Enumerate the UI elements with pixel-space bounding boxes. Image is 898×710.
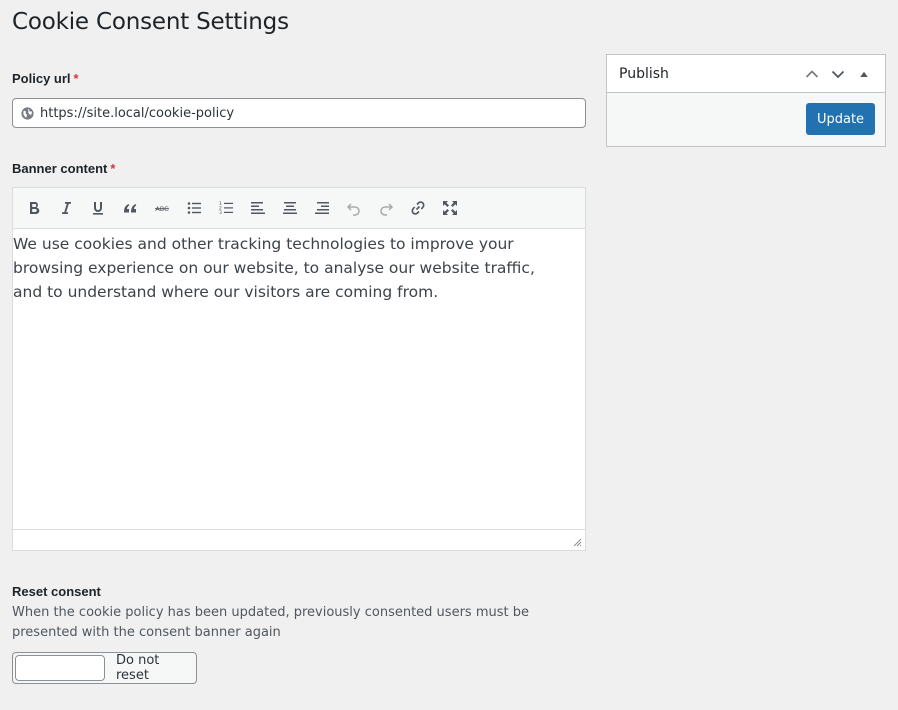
fullscreen-icon <box>443 201 457 215</box>
bold-button[interactable] <box>19 193 49 223</box>
resize-handle-icon[interactable] <box>573 538 582 547</box>
redo-button[interactable] <box>371 193 401 223</box>
italic-button[interactable] <box>51 193 81 223</box>
align-right-icon <box>315 202 329 214</box>
move-up-button[interactable] <box>799 62 825 86</box>
underline-button[interactable] <box>83 193 113 223</box>
banner-content-label-text: Banner content <box>12 161 108 176</box>
publish-box-body: Update <box>607 93 885 146</box>
svg-text:3: 3 <box>219 210 222 216</box>
move-down-button[interactable] <box>825 62 851 86</box>
banner-content-editor: ABC 123 We use cookies and other trackin… <box>12 187 586 551</box>
publish-box: Publish Update <box>606 54 886 147</box>
numbered-list-button[interactable]: 123 <box>211 193 241 223</box>
strikethrough-button[interactable]: ABC <box>147 193 177 223</box>
editor-statusbar <box>13 529 585 550</box>
underline-icon <box>93 202 103 215</box>
publish-box-controls <box>799 62 877 86</box>
quote-icon <box>124 204 137 213</box>
blockquote-button[interactable] <box>115 193 145 223</box>
bullet-list-button[interactable] <box>179 193 209 223</box>
reset-consent-description: When the cookie policy has been updated,… <box>12 605 529 640</box>
policy-url-label: Policy url * <box>12 71 79 86</box>
link-icon <box>411 201 425 215</box>
triangle-up-icon <box>860 71 868 77</box>
page-title: Cookie Consent Settings <box>12 9 289 35</box>
editor-toolbar: ABC 123 <box>13 188 585 229</box>
fullscreen-button[interactable] <box>435 193 465 223</box>
publish-box-header: Publish <box>607 55 885 93</box>
globe-icon <box>21 106 34 120</box>
policy-url-input[interactable] <box>40 100 560 126</box>
align-left-button[interactable] <box>243 193 273 223</box>
bold-icon <box>30 202 40 215</box>
insert-link-button[interactable] <box>403 193 433 223</box>
chevron-down-icon <box>831 70 845 79</box>
editor-content-area[interactable]: We use cookies and other tracking techno… <box>13 229 585 529</box>
strikethrough-icon: ABC <box>155 205 169 213</box>
align-center-icon <box>283 202 297 214</box>
undo-icon <box>346 203 360 216</box>
toggle-panel-button[interactable] <box>851 62 877 86</box>
chevron-up-icon <box>805 70 819 78</box>
reset-consent-control[interactable]: Do not reset <box>12 652 197 684</box>
reset-consent-option-text: Do not reset <box>116 653 160 683</box>
redo-icon <box>380 203 394 216</box>
bullet-list-icon <box>187 202 201 214</box>
policy-url-label-text: Policy url <box>12 71 71 86</box>
required-marker: * <box>73 71 79 86</box>
policy-url-field[interactable] <box>12 98 586 128</box>
align-left-icon <box>251 202 265 214</box>
banner-content-label: Banner content * <box>12 161 115 176</box>
required-marker: * <box>110 161 116 176</box>
banner-content-text: We use cookies and other tracking techno… <box>13 235 535 301</box>
numbered-list-icon: 123 <box>219 201 233 216</box>
italic-icon <box>62 202 71 214</box>
publish-box-title: Publish <box>619 65 669 82</box>
align-right-button[interactable] <box>307 193 337 223</box>
reset-consent-label: Reset consent <box>12 584 101 599</box>
undo-button[interactable] <box>339 193 369 223</box>
update-button[interactable]: Update <box>806 103 875 135</box>
align-center-button[interactable] <box>275 193 305 223</box>
reset-consent-input[interactable] <box>15 655 105 681</box>
